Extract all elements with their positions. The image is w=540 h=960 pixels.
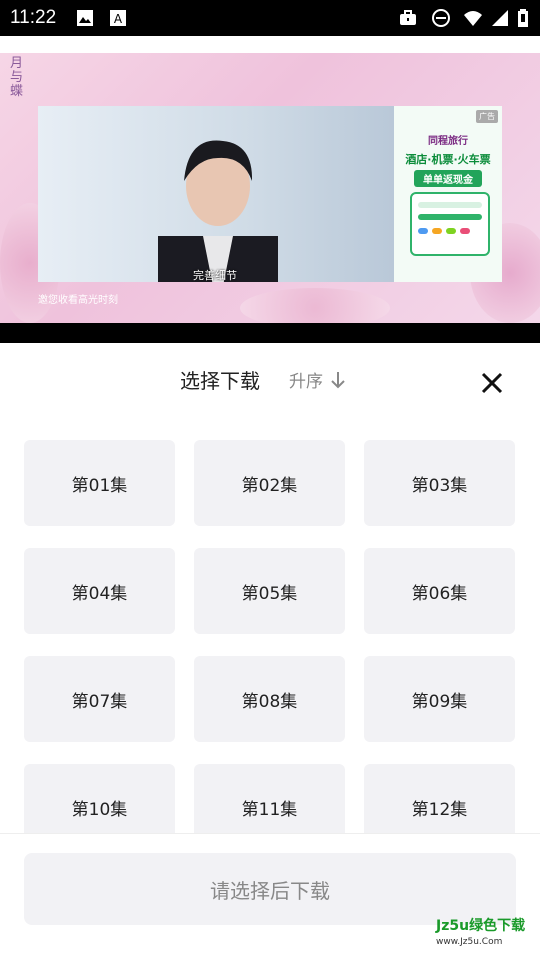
video-subtitle: 完善细节 [193,269,237,282]
sort-toggle[interactable]: 升序 [289,367,345,392]
person-figure [158,140,278,282]
episode-button[interactable]: 第01集 [24,440,175,526]
sheet-title: 选择下载 [180,369,260,393]
download-button[interactable]: 请选择后下载 [24,853,516,925]
video-player[interactable]: 月与蝶 完善细节 广告 同程旅行 酒店·机票·火车票 单单返现金 邀您收看高光时… [0,53,540,323]
download-sheet: 选择下载 升序 第01集 第02集 第03集 第04集 第05集 第06集 第0… [0,343,540,960]
episode-button[interactable]: 第04集 [24,548,175,634]
ad-tag: 广告 [476,110,498,123]
flower-decoration [240,288,390,323]
sort-label: 升序 [289,372,323,392]
text-icon: A [110,10,126,26]
episode-button[interactable]: 第06集 [364,548,515,634]
arrow-down-icon [331,371,345,388]
signal-icon [492,10,508,26]
video-bottom-bar [0,323,540,343]
episode-button[interactable]: 第02集 [194,440,345,526]
image-icon [77,10,93,26]
video-caption: 邀您收看高光时刻 [38,295,118,306]
episode-button[interactable]: 第05集 [194,548,345,634]
status-bar: 11:22 A [0,0,540,36]
close-icon[interactable] [478,369,506,397]
episode-grid: 第01集 第02集 第03集 第04集 第05集 第06集 第07集 第08集 … [24,440,516,834]
dnd-icon [432,9,450,27]
episode-button[interactable]: 第08集 [194,656,345,742]
site-watermark: Jz5u绿色下载 www.Jz5u.Com [436,918,525,950]
briefcase-icon [400,10,416,25]
svg-text:A: A [114,12,123,26]
ad-brand: 同程旅行 [428,136,468,147]
ad-phone-graphic [410,192,490,256]
ad-panel[interactable]: 广告 同程旅行 酒店·机票·火车票 单单返现金 [394,106,502,282]
episode-button[interactable]: 第11集 [194,764,345,834]
watermark-url: www.Jz5u.Com [436,937,503,947]
episode-button[interactable]: 第10集 [24,764,175,834]
episode-button[interactable]: 第12集 [364,764,515,834]
watermark-main: Jz5u绿色下载 [436,918,526,934]
divider [0,833,540,834]
ad-subheadline: 单单返现金 [414,170,482,187]
episode-button[interactable]: 第07集 [24,656,175,742]
battery-icon [518,9,528,27]
show-logo: 月与蝶 [10,56,24,99]
episode-button[interactable]: 第03集 [364,440,515,526]
episode-button[interactable]: 第09集 [364,656,515,742]
ad-headline: 酒店·机票·火车票 [405,153,491,166]
video-frame: 完善细节 [38,106,394,282]
wifi-icon [464,11,482,26]
status-time: 11:22 [10,7,57,28]
